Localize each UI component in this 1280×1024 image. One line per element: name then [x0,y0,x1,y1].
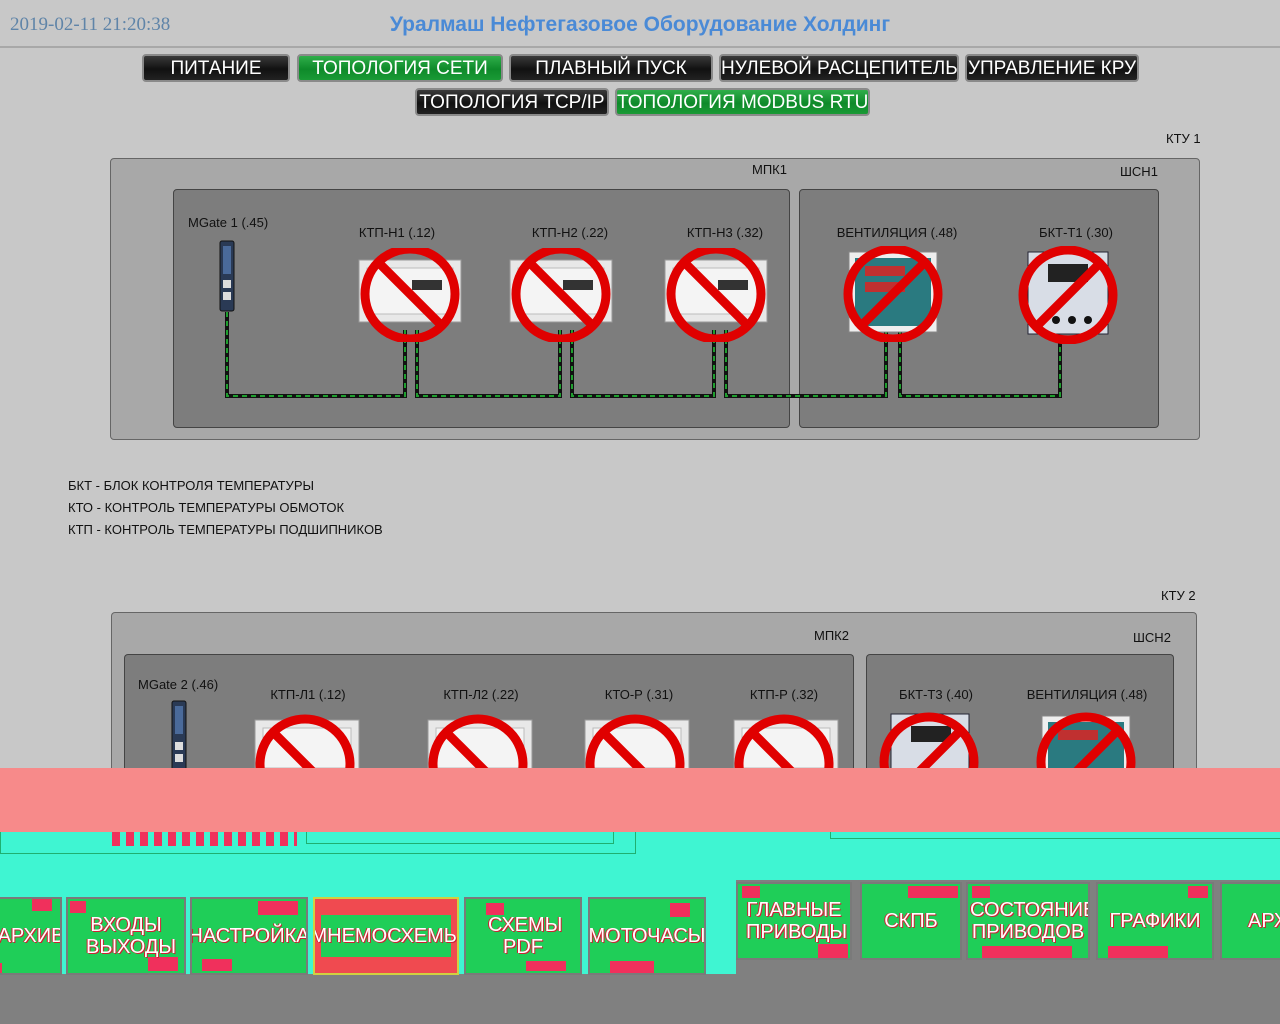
bottom-drive-status-button[interactable]: СОСТОЯНИЕ ПРИВОДОВ [966,882,1090,960]
ktu2-device-label: КТП-Р (.32) [749,687,819,702]
bottom-io-button[interactable]: ВХОДЫ ВЫХОДЫ [66,897,186,975]
legend-item: БКТ - БЛОК КОНТРОЛЯ ТЕМПЕРАТУРЫ [68,478,314,493]
ktu2-device-label: КТО-Р (.31) [604,687,674,702]
ktu2-ventilation-device[interactable] [1034,710,1138,770]
ktu2-device-label: КТП-Л1 (.12) [270,687,346,702]
ktu1-ktp-n2-device[interactable] [508,248,614,342]
bottom-bar [0,974,1280,1024]
legend-item: КТП - КОНТРОЛЬ ТЕМПЕРАТУРЫ ПОДШИПНИКОВ [68,522,383,537]
bottom-archive2-button[interactable]: АРХИВ [1220,882,1280,960]
legend-item: КТО - КОНТРОЛЬ ТЕМПЕРАТУРЫ ОБМОТОК [68,500,345,515]
ktu2-ktp-l2-device[interactable] [426,712,534,770]
glitch-outline [306,832,614,844]
ktu1-ktp-n1-device[interactable] [357,248,463,342]
ktu2-ktp-l1-device[interactable] [253,712,361,770]
ktu1-ktp-n3-device[interactable] [663,248,769,342]
glitch-outline [830,832,1280,839]
ktu2-mpk-label: МПК2 [814,628,849,643]
ktu2-device-label: ВЕНТИЛЯЦИЯ (.48) [1026,687,1148,702]
ktu2-bkt-t3-device[interactable] [877,710,981,770]
render-glitch-band [0,768,1280,832]
ktu2-mgate-icon[interactable] [171,700,187,774]
bottom-graphs-button[interactable]: ГРАФИКИ [1096,882,1214,960]
bottom-archive-button[interactable]: АРХИВ [0,897,62,975]
ktu2-kto-r-device[interactable] [583,712,691,770]
ktu2-gateway-label: MGate 2 (.46) [138,677,219,692]
bottom-main-drives-button[interactable]: ГЛАВНЫЕ ПРИВОДЫ [736,882,852,960]
ktu2-device-label: КТП-Л2 (.22) [443,687,519,702]
bottom-motohours-button[interactable]: МОТОЧАСЫ [588,897,706,975]
bottom-pdf-schemes-button[interactable]: СХЕМЫ PDF [464,897,582,975]
bottom-settings-button[interactable]: НАСТРОЙКА [190,897,308,975]
ktu2-title: КТУ 2 [1161,588,1196,603]
ktu1-bkt-t1-device[interactable] [1016,246,1120,344]
ktu2-ktp-r-device[interactable] [732,712,840,770]
bottom-mnemonic-button[interactable]: МНЕМОСХЕМЫ [313,897,459,975]
ktu2-device-label: БКТ-Т3 (.40) [899,687,973,702]
ktu1-ventilation-device[interactable] [843,246,943,342]
ktu1-rs485-bus [225,312,1062,398]
bottom-skpb-button[interactable]: СКПБ [860,882,962,960]
ktu2-shsn-label: ШСН2 [1133,630,1171,645]
